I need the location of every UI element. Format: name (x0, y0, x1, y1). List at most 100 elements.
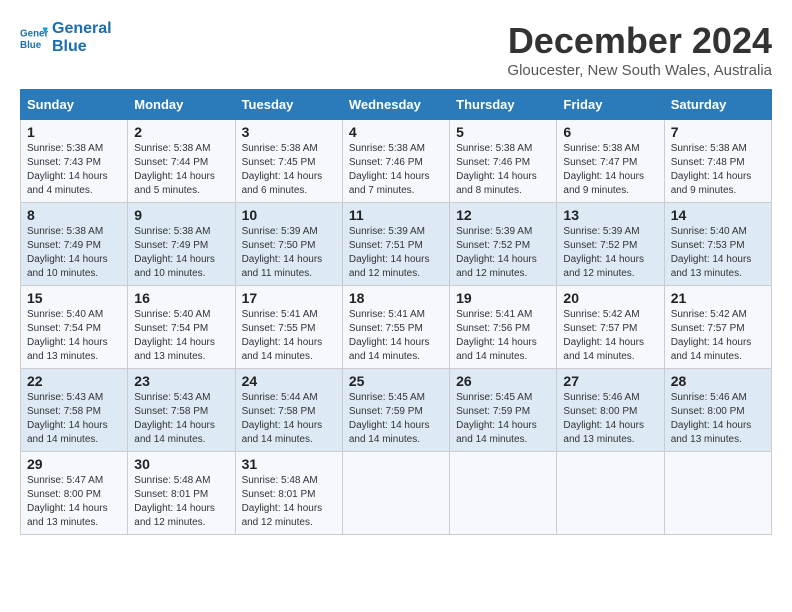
day-number: 18 (349, 290, 443, 306)
day-info: Sunrise: 5:39 AMSunset: 7:50 PMDaylight:… (242, 225, 336, 281)
day-number: 28 (671, 373, 765, 389)
day-info: Sunrise: 5:38 AMSunset: 7:46 PMDaylight:… (456, 142, 550, 198)
calendar-cell: 18 Sunrise: 5:41 AMSunset: 7:55 PMDayligh… (342, 286, 449, 369)
calendar-cell: 24 Sunrise: 5:44 AMSunset: 7:58 PMDayligh… (235, 369, 342, 452)
calendar-cell: 7 Sunrise: 5:38 AMSunset: 7:48 PMDaylight… (664, 120, 771, 203)
calendar-cell: 11Sunrise: 5:39 AMSunset: 7:51 PMDayligh… (342, 203, 449, 286)
calendar-week-2: 8 Sunrise: 5:38 AMSunset: 7:49 PMDaylight… (21, 203, 772, 286)
calendar-cell: 1 Sunrise: 5:38 AMSunset: 7:43 PMDaylight… (21, 120, 128, 203)
calendar-week-5: 29 Sunrise: 5:47 AMSunset: 8:00 PMDayligh… (21, 452, 772, 535)
logo-general: General (52, 20, 112, 37)
day-number: 27 (563, 373, 657, 389)
calendar-cell: 16 Sunrise: 5:40 AMSunset: 7:54 PMDayligh… (128, 286, 235, 369)
day-info: Sunrise: 5:48 AMSunset: 8:01 PMDaylight:… (242, 474, 336, 530)
day-number: 8 (27, 207, 121, 223)
day-info: Sunrise: 5:45 AMSunset: 7:59 PMDaylight:… (349, 391, 443, 447)
calendar-cell: 13Sunrise: 5:39 AMSunset: 7:52 PMDayligh… (557, 203, 664, 286)
day-info: Sunrise: 5:39 AMSunset: 7:52 PMDaylight:… (563, 225, 657, 281)
calendar-table: SundayMondayTuesdayWednesdayThursdayFrid… (20, 89, 772, 535)
day-info: Sunrise: 5:38 AMSunset: 7:49 PMDaylight:… (134, 225, 228, 281)
calendar-cell: 21 Sunrise: 5:42 AMSunset: 7:57 PMDayligh… (664, 286, 771, 369)
calendar-cell: 6 Sunrise: 5:38 AMSunset: 7:47 PMDaylight… (557, 120, 664, 203)
calendar-cell: 5Sunrise: 5:38 AMSunset: 7:46 PMDaylight… (450, 120, 557, 203)
day-number: 7 (671, 124, 765, 140)
calendar-cell (557, 452, 664, 535)
day-number: 11 (349, 207, 443, 223)
day-number: 15 (27, 290, 121, 306)
calendar-cell: 20 Sunrise: 5:42 AMSunset: 7:57 PMDayligh… (557, 286, 664, 369)
day-info: Sunrise: 5:43 AMSunset: 7:58 PMDaylight:… (134, 391, 228, 447)
logo-icon: General Blue (20, 24, 48, 52)
logo: General Blue General Blue (20, 20, 112, 55)
header-row: SundayMondayTuesdayWednesdayThursdayFrid… (21, 90, 772, 120)
day-info: Sunrise: 5:38 AMSunset: 7:48 PMDaylight:… (671, 142, 765, 198)
day-number: 19 (456, 290, 550, 306)
day-info: Sunrise: 5:44 AMSunset: 7:58 PMDaylight:… (242, 391, 336, 447)
day-info: Sunrise: 5:38 AMSunset: 7:44 PMDaylight:… (134, 142, 228, 198)
day-info: Sunrise: 5:47 AMSunset: 8:00 PMDaylight:… (27, 474, 121, 530)
calendar-cell: 27Sunrise: 5:46 AMSunset: 8:00 PMDayligh… (557, 369, 664, 452)
location: Gloucester, New South Wales, Australia (507, 62, 772, 79)
day-info: Sunrise: 5:38 AMSunset: 7:43 PMDaylight:… (27, 142, 121, 198)
day-number: 31 (242, 456, 336, 472)
day-number: 12 (456, 207, 550, 223)
weekday-header-monday: Monday (128, 90, 235, 120)
day-info: Sunrise: 5:42 AMSunset: 7:57 PMDaylight:… (671, 308, 765, 364)
calendar-cell: 10Sunrise: 5:39 AMSunset: 7:50 PMDayligh… (235, 203, 342, 286)
calendar-cell: 8 Sunrise: 5:38 AMSunset: 7:49 PMDaylight… (21, 203, 128, 286)
weekday-header-sunday: Sunday (21, 90, 128, 120)
day-info: Sunrise: 5:38 AMSunset: 7:49 PMDaylight:… (27, 225, 121, 281)
title-area: December 2024 Gloucester, New South Wale… (507, 20, 772, 79)
calendar-cell (342, 452, 449, 535)
day-number: 30 (134, 456, 228, 472)
day-info: Sunrise: 5:43 AMSunset: 7:58 PMDaylight:… (27, 391, 121, 447)
day-number: 20 (563, 290, 657, 306)
day-number: 6 (563, 124, 657, 140)
day-info: Sunrise: 5:40 AMSunset: 7:53 PMDaylight:… (671, 225, 765, 281)
day-info: Sunrise: 5:45 AMSunset: 7:59 PMDaylight:… (456, 391, 550, 447)
month-title: December 2024 (507, 20, 772, 62)
day-info: Sunrise: 5:41 AMSunset: 7:55 PMDaylight:… (242, 308, 336, 364)
calendar-cell: 4 Sunrise: 5:38 AMSunset: 7:46 PMDaylight… (342, 120, 449, 203)
day-info: Sunrise: 5:41 AMSunset: 7:56 PMDaylight:… (456, 308, 550, 364)
day-number: 21 (671, 290, 765, 306)
calendar-week-1: 1 Sunrise: 5:38 AMSunset: 7:43 PMDaylight… (21, 120, 772, 203)
day-info: Sunrise: 5:48 AMSunset: 8:01 PMDaylight:… (134, 474, 228, 530)
calendar-cell: 19 Sunrise: 5:41 AMSunset: 7:56 PMDayligh… (450, 286, 557, 369)
day-number: 4 (349, 124, 443, 140)
calendar-cell: 2 Sunrise: 5:38 AMSunset: 7:44 PMDaylight… (128, 120, 235, 203)
calendar-cell: 26 Sunrise: 5:45 AMSunset: 7:59 PMDayligh… (450, 369, 557, 452)
calendar-cell: 3 Sunrise: 5:38 AMSunset: 7:45 PMDaylight… (235, 120, 342, 203)
day-info: Sunrise: 5:40 AMSunset: 7:54 PMDaylight:… (134, 308, 228, 364)
weekday-header-friday: Friday (557, 90, 664, 120)
day-info: Sunrise: 5:40 AMSunset: 7:54 PMDaylight:… (27, 308, 121, 364)
calendar-cell: 14Sunrise: 5:40 AMSunset: 7:53 PMDayligh… (664, 203, 771, 286)
svg-text:Blue: Blue (20, 39, 42, 50)
calendar-cell: 17 Sunrise: 5:41 AMSunset: 7:55 PMDayligh… (235, 286, 342, 369)
calendar-week-4: 22 Sunrise: 5:43 AMSunset: 7:58 PMDayligh… (21, 369, 772, 452)
day-number: 24 (242, 373, 336, 389)
day-number: 26 (456, 373, 550, 389)
day-number: 16 (134, 290, 228, 306)
day-number: 22 (27, 373, 121, 389)
day-number: 1 (27, 124, 121, 140)
day-info: Sunrise: 5:38 AMSunset: 7:45 PMDaylight:… (242, 142, 336, 198)
calendar-cell: 29 Sunrise: 5:47 AMSunset: 8:00 PMDayligh… (21, 452, 128, 535)
calendar-cell: 12Sunrise: 5:39 AMSunset: 7:52 PMDayligh… (450, 203, 557, 286)
day-info: Sunrise: 5:42 AMSunset: 7:57 PMDaylight:… (563, 308, 657, 364)
day-number: 3 (242, 124, 336, 140)
page-header: General Blue General Blue December 2024 … (20, 20, 772, 79)
day-number: 17 (242, 290, 336, 306)
day-info: Sunrise: 5:41 AMSunset: 7:55 PMDaylight:… (349, 308, 443, 364)
day-info: Sunrise: 5:46 AMSunset: 8:00 PMDaylight:… (671, 391, 765, 447)
day-info: Sunrise: 5:38 AMSunset: 7:46 PMDaylight:… (349, 142, 443, 198)
logo-blue: Blue (52, 38, 87, 55)
day-info: Sunrise: 5:38 AMSunset: 7:47 PMDaylight:… (563, 142, 657, 198)
weekday-header-tuesday: Tuesday (235, 90, 342, 120)
day-number: 2 (134, 124, 228, 140)
weekday-header-saturday: Saturday (664, 90, 771, 120)
calendar-cell: 23Sunrise: 5:43 AMSunset: 7:58 PMDayligh… (128, 369, 235, 452)
day-number: 29 (27, 456, 121, 472)
calendar-cell (664, 452, 771, 535)
day-number: 25 (349, 373, 443, 389)
